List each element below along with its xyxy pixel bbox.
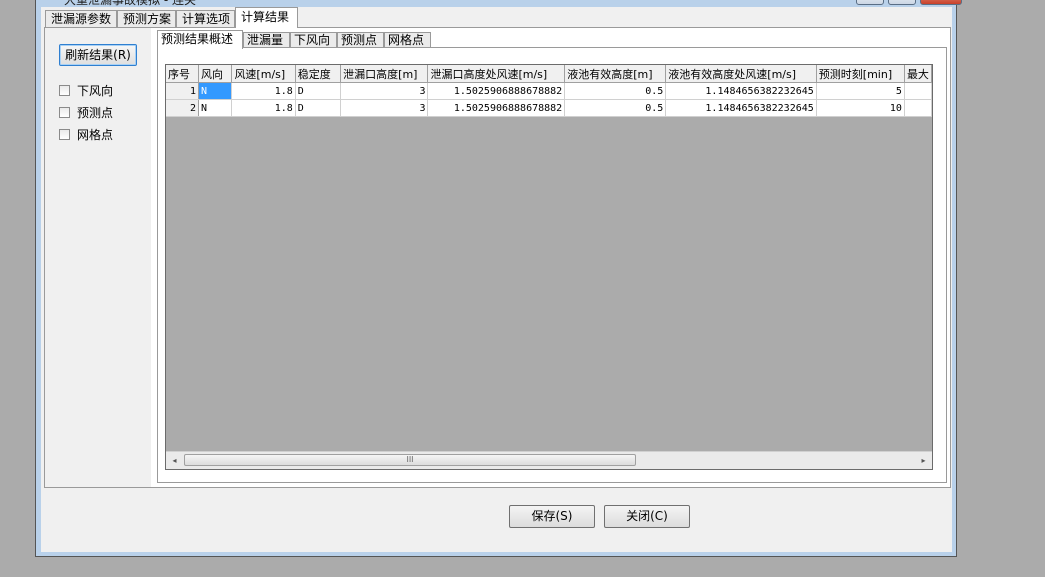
table-header-row: 序号 风向 风速[m/s] 稳定度 泄漏口高度[m] 泄漏口高度处风速[m/s]…: [166, 65, 932, 83]
tab-leak-source-params[interactable]: 泄漏源参数: [45, 10, 117, 27]
maximize-icon: □: [898, 0, 907, 2]
dialog-window: 大重泄漏事故模拟 - 连关 — □ ✕ 泄漏源参数 预测方案 计算选项 计算结果…: [35, 0, 962, 557]
results-table: 序号 风向 风速[m/s] 稳定度 泄漏口高度[m] 泄漏口高度处风速[m/s]…: [166, 65, 932, 117]
table-row[interactable]: 1 N 1.8 D 3 1.5025906888678882 0.5 1.148…: [166, 82, 932, 100]
table-cell[interactable]: 1.8: [231, 82, 296, 100]
tab-downwind[interactable]: 下风向: [290, 32, 337, 48]
table-row[interactable]: 2 N 1.8 D 3 1.5025906888678882 0.5 1.148…: [166, 99, 932, 117]
column-header[interactable]: 风速[m/s]: [231, 65, 296, 83]
save-button[interactable]: 保存(S): [509, 505, 595, 528]
scroll-left-icon[interactable]: ◂: [166, 452, 183, 469]
table-cell[interactable]: 1.1484656382232645: [665, 99, 817, 117]
checkbox-box[interactable]: [59, 107, 70, 118]
horizontal-scrollbar[interactable]: ◂ III ▸: [166, 451, 932, 469]
result-filter-area: 刷新结果(R) 下风向 预测点 网格点: [45, 28, 151, 487]
checkbox-box[interactable]: [59, 129, 70, 140]
table-cell[interactable]: 5: [816, 82, 905, 100]
column-header[interactable]: 预测时刻[min]: [816, 65, 905, 83]
table-cell[interactable]: D: [295, 82, 342, 100]
tab-calc-results[interactable]: 计算结果: [235, 7, 298, 28]
table-cell[interactable]: 3: [340, 99, 429, 117]
results-panel: 刷新结果(R) 下风向 预测点 网格点 预测结果概述 泄漏量 下风向 预测点 网…: [44, 27, 951, 488]
table-cell[interactable]: 0.5: [564, 99, 667, 117]
column-header[interactable]: 风向: [198, 65, 233, 83]
tab-leak-amount[interactable]: 泄漏量: [243, 32, 290, 48]
dialog-client: 泄漏源参数 预测方案 计算选项 计算结果 刷新结果(R) 下风向 预测点 网格点: [41, 7, 952, 552]
table-cell[interactable]: 1.5025906888678882: [427, 99, 566, 117]
column-header[interactable]: 液池有效高度[m]: [564, 65, 667, 83]
table-cell[interactable]: 2: [166, 99, 199, 117]
table-cell[interactable]: 1.5025906888678882: [427, 82, 566, 100]
column-header[interactable]: 最大: [904, 65, 932, 83]
close-button[interactable]: 关闭(C): [604, 505, 690, 528]
title-bar: 大重泄漏事故模拟 - 连关 — □ ✕: [36, 0, 962, 7]
results-grid[interactable]: 序号 风向 风速[m/s] 稳定度 泄漏口高度[m] 泄漏口高度处风速[m/s]…: [165, 64, 933, 470]
tab-prediction-point[interactable]: 预测点: [337, 32, 384, 48]
checkbox-label: 预测点: [77, 106, 114, 120]
checkbox-label: 下风向: [77, 84, 114, 98]
column-header[interactable]: 泄漏口高度[m]: [340, 65, 429, 83]
table-cell[interactable]: 10: [816, 99, 905, 117]
checkbox-box[interactable]: [59, 85, 70, 96]
column-header[interactable]: 稳定度: [295, 65, 342, 83]
column-header[interactable]: 液池有效高度处风速[m/s]: [665, 65, 817, 83]
minimize-icon: —: [866, 0, 875, 2]
table-cell[interactable]: [904, 82, 932, 100]
table-cell[interactable]: [904, 99, 932, 117]
scrollbar-thumb[interactable]: III: [184, 454, 636, 466]
tab-grid-point[interactable]: 网格点: [384, 32, 431, 48]
tab-result-summary[interactable]: 预测结果概述: [157, 30, 243, 49]
column-header[interactable]: 泄漏口高度处风速[m/s]: [427, 65, 566, 83]
table-cell[interactable]: 3: [340, 82, 429, 100]
summary-panel: 序号 风向 风速[m/s] 稳定度 泄漏口高度[m] 泄漏口高度处风速[m/s]…: [157, 47, 947, 483]
scroll-right-icon[interactable]: ▸: [915, 452, 932, 469]
column-header[interactable]: 序号: [166, 65, 199, 83]
table-cell[interactable]: N: [198, 99, 233, 117]
minimize-button[interactable]: —: [856, 0, 884, 5]
close-icon: ✕: [937, 0, 945, 2]
maximize-button[interactable]: □: [888, 0, 916, 5]
tab-prediction-scheme[interactable]: 预测方案: [117, 10, 176, 27]
table-cell[interactable]: 1.8: [231, 99, 296, 117]
refresh-results-button[interactable]: 刷新结果(R): [59, 44, 137, 66]
checkbox-label: 网格点: [77, 128, 114, 142]
close-window-button[interactable]: ✕: [920, 0, 962, 5]
table-cell[interactable]: 0.5: [564, 82, 667, 100]
table-cell[interactable]: 1: [166, 82, 199, 100]
table-cell[interactable]: 1.1484656382232645: [665, 82, 817, 100]
table-cell[interactable]: D: [295, 99, 342, 117]
tab-calc-options[interactable]: 计算选项: [176, 10, 235, 27]
table-cell[interactable]: N: [198, 82, 233, 100]
